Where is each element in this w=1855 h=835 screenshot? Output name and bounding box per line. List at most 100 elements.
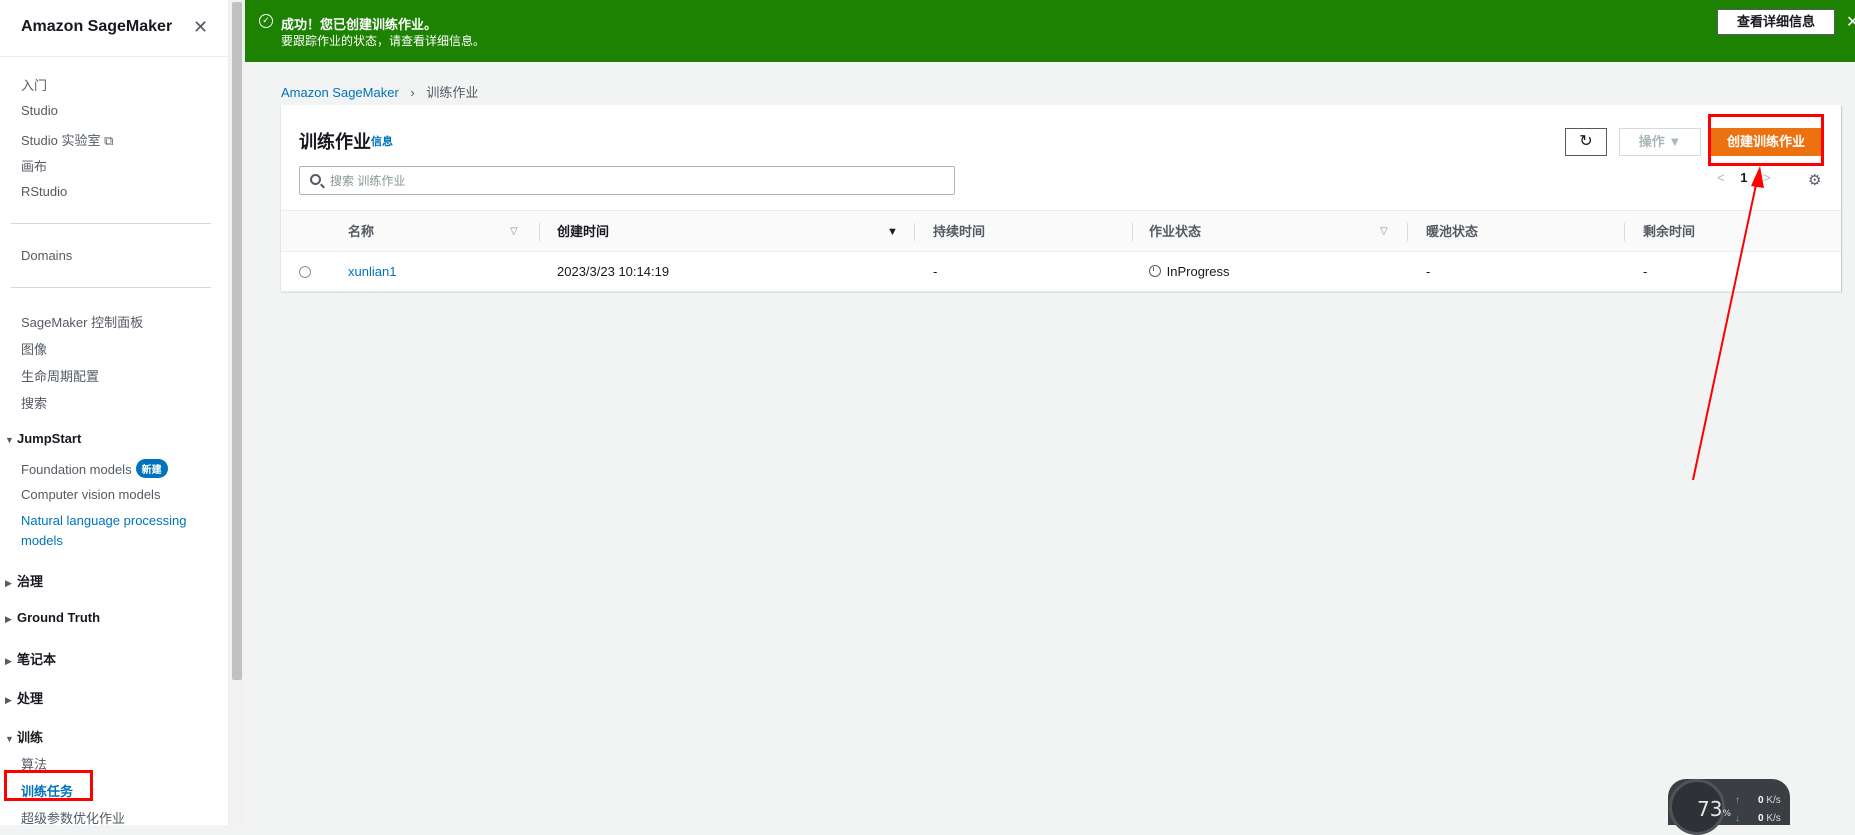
- breadcrumb-root[interactable]: Amazon SageMaker: [281, 85, 399, 100]
- sidebar-section-label: JumpStart: [17, 431, 82, 446]
- caret-right-icon: ▶: [5, 656, 12, 666]
- sidebar-header-divider: [0, 56, 229, 57]
- sidebar-item-label: Studio 实验室: [21, 133, 101, 148]
- column-header-created[interactable]: 创建时间: [557, 211, 609, 253]
- duration: -: [933, 264, 938, 279]
- caret-down-icon: ▼: [5, 734, 14, 744]
- column-header-duration[interactable]: 持续时间: [933, 211, 985, 253]
- column-header-remaining[interactable]: 剩余时间: [1643, 211, 1695, 253]
- cpu-value: 73: [1697, 797, 1723, 821]
- search-field[interactable]: [299, 166, 955, 195]
- column-divider: [539, 223, 540, 241]
- sidebar-item-dashboard[interactable]: SageMaker 控制面板: [21, 312, 143, 331]
- arrow-up-icon: ↑: [1735, 795, 1740, 806]
- scrollbar-thumb[interactable]: [232, 2, 242, 680]
- sidebar-item-studio[interactable]: Studio: [21, 103, 58, 118]
- breadcrumb: Amazon SageMaker › 训练作业: [281, 82, 478, 101]
- chevron-right-icon[interactable]: >: [1763, 170, 1771, 185]
- sidebar-item-foundation-models[interactable]: Foundation models 新建: [21, 459, 168, 478]
- cpu-usage: 73%: [1697, 797, 1731, 821]
- sidebar-section-jumpstart[interactable]: ▼ JumpStart: [5, 431, 81, 446]
- sidebar-item-getting-started[interactable]: 入门: [21, 75, 47, 94]
- page-number[interactable]: 1: [1740, 170, 1747, 185]
- column-divider: [1624, 223, 1625, 241]
- created-time: 2023/3/23 10:14:19: [557, 264, 670, 279]
- row-select-radio[interactable]: [299, 266, 311, 278]
- sort-icon[interactable]: ▽: [1380, 211, 1388, 253]
- sidebar-divider: [11, 223, 211, 224]
- sidebar-item-hpo-jobs[interactable]: 超级参数优化作业: [21, 808, 125, 827]
- cpu-unit: %: [1722, 809, 1732, 819]
- caret-right-icon: ▶: [5, 578, 12, 588]
- sidebar-section-label: Ground Truth: [17, 610, 101, 625]
- sidebar-section-label: 治理: [17, 574, 44, 589]
- actions-button[interactable]: 操作 ▼: [1619, 128, 1701, 156]
- success-flashbar: ✓ 成功！您已创建训练作业。 要跟踪作业的状态，请查看详细信息。 查看详细信息 …: [245, 0, 1855, 62]
- up-value: 0: [1758, 795, 1764, 806]
- sidebar-item-rstudio[interactable]: RStudio: [21, 184, 67, 199]
- sidebar: Amazon SageMaker ✕ 入门 Studio Studio 实验室 …: [0, 0, 229, 827]
- status-text: InProgress: [1166, 264, 1230, 279]
- column-divider: [914, 223, 915, 241]
- flash-message: 要跟踪作业的状态，请查看详细信息。: [281, 34, 486, 48]
- sidebar-item-domains[interactable]: Domains: [21, 248, 72, 263]
- caret-right-icon: ▶: [5, 695, 12, 705]
- column-header-name[interactable]: 名称: [348, 211, 374, 253]
- arrow-down-icon: ↓: [1735, 813, 1740, 824]
- column-divider: [1132, 223, 1133, 241]
- training-jobs-panel: 训练作业 信息 ↻ 操作 ▼ 创建训练作业 < 1 > ⚙ 名称 ▽ 创建时间 …: [281, 105, 1841, 292]
- sidebar-item-lifecycle[interactable]: 生命周期配置: [21, 366, 99, 385]
- sidebar-section-training[interactable]: ▼ 训练: [5, 727, 43, 746]
- chevron-left-icon[interactable]: <: [1717, 170, 1725, 185]
- close-icon[interactable]: ✕: [1846, 12, 1855, 32]
- table-row[interactable]: xunlian1 2023/3/23 10:14:19 - InProgress…: [281, 252, 1841, 292]
- actions-label: 操作: [1638, 134, 1665, 149]
- close-icon[interactable]: ✕: [193, 17, 208, 38]
- upload-speed: ↑ 0 K/s: [1735, 795, 1781, 806]
- external-link-icon: ⧉: [104, 133, 114, 148]
- refresh-button[interactable]: ↻: [1565, 128, 1607, 156]
- column-header-status[interactable]: 作业状态: [1149, 211, 1201, 253]
- sidebar-item-label: Foundation models: [21, 462, 132, 477]
- highlight-box: [1708, 114, 1824, 166]
- sidebar-section-governance[interactable]: ▶ 治理: [5, 571, 43, 590]
- breadcrumb-current: 训练作业: [426, 85, 479, 100]
- sidebar-section-label: 处理: [17, 691, 44, 706]
- table-header: 名称 ▽ 创建时间 ▼ 持续时间 作业状态 ▽ 暖池状态 剩余时间: [281, 210, 1841, 252]
- sidebar-section-notebook[interactable]: ▶ 笔记本: [5, 649, 56, 668]
- sidebar-section-label: 笔记本: [17, 652, 57, 667]
- down-value: 0: [1758, 813, 1764, 824]
- sidebar-divider: [11, 287, 211, 288]
- sidebar-item-nlp-models[interactable]: Natural language processing: [21, 513, 187, 528]
- column-divider: [1407, 223, 1408, 241]
- sidebar-item-studio-lab[interactable]: Studio 实验室 ⧉: [21, 130, 113, 149]
- view-details-button[interactable]: 查看详细信息: [1717, 9, 1835, 35]
- sidebar-section-processing[interactable]: ▶ 处理: [5, 688, 43, 707]
- job-name-link[interactable]: xunlian1: [348, 252, 396, 292]
- search-input[interactable]: [330, 171, 940, 191]
- check-circle-icon: ✓: [259, 14, 273, 28]
- sidebar-section-label: 训练: [17, 730, 44, 745]
- sidebar-item-search[interactable]: 搜索: [21, 393, 47, 412]
- sort-descending-icon[interactable]: ▼: [887, 211, 898, 253]
- highlight-box: [4, 770, 93, 801]
- sort-icon[interactable]: ▽: [510, 211, 518, 253]
- caret-down-icon: ▼: [5, 435, 14, 445]
- info-link[interactable]: 信息: [371, 133, 393, 149]
- caret-right-icon: ▶: [5, 614, 12, 624]
- page-title: 训练作业: [299, 132, 371, 152]
- sidebar-section-ground-truth[interactable]: ▶ Ground Truth: [5, 610, 100, 625]
- down-unit: K/s: [1766, 813, 1781, 824]
- caret-down-icon: ▼: [1668, 134, 1682, 149]
- sidebar-item-cv-models[interactable]: Computer vision models: [21, 487, 160, 502]
- up-unit: K/s: [1766, 795, 1781, 806]
- sidebar-item-nlp-models-line2[interactable]: models: [21, 533, 63, 548]
- pagination: < 1 >: [1717, 170, 1771, 185]
- sidebar-item-canvas[interactable]: 画布: [21, 156, 47, 175]
- search-icon: [310, 174, 321, 185]
- job-status: InProgress: [1149, 252, 1230, 292]
- column-header-warm-pool[interactable]: 暖池状态: [1426, 211, 1478, 253]
- sidebar-item-images[interactable]: 图像: [21, 339, 47, 358]
- gear-icon[interactable]: ⚙: [1808, 171, 1821, 189]
- chevron-right-icon: ›: [410, 85, 415, 100]
